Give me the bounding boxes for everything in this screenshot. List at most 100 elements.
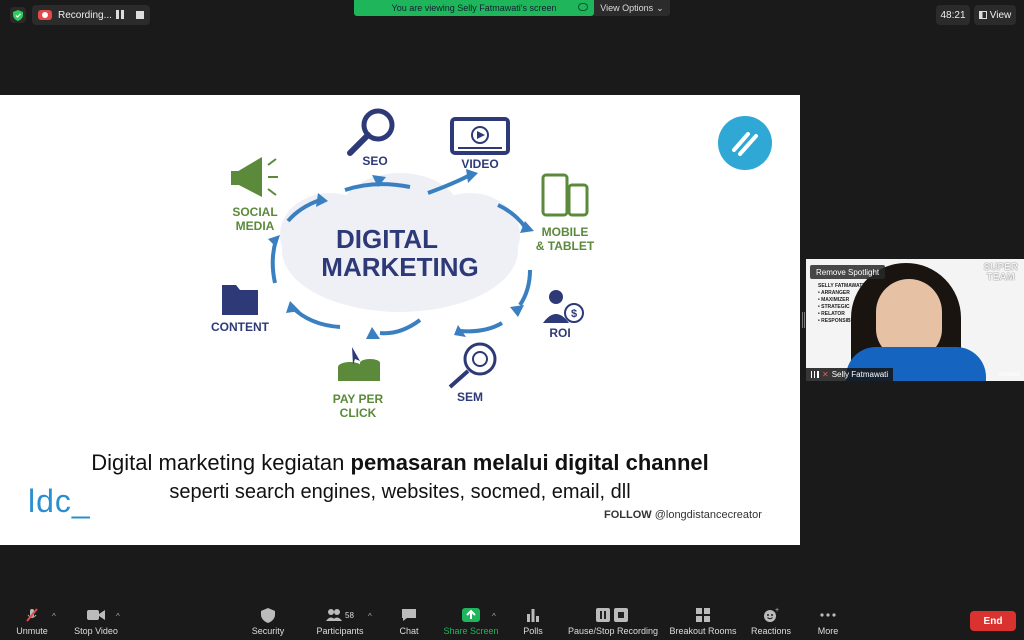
shield-icon	[259, 607, 277, 623]
spotlight-video-tile[interactable]: SELLY FATMAWATI • ARRANGER • MAXIMIZER •…	[806, 259, 1024, 381]
share-options-chevron-icon[interactable]: ^	[492, 612, 496, 621]
pause-stop-recording-label: Pause/Stop Recording	[567, 626, 659, 636]
chat-bubble-icon	[400, 607, 418, 623]
svg-text:$: $	[571, 308, 577, 320]
audio-options-chevron-icon[interactable]: ^	[52, 612, 56, 621]
breakout-rooms-button[interactable]: Breakout Rooms	[668, 602, 738, 640]
panel-resize-handle[interactable]	[802, 312, 805, 328]
roi-person-icon: $	[543, 290, 584, 323]
brand-logo-icon	[718, 116, 772, 170]
label-sem: SEM	[457, 390, 483, 404]
caption-bold: pemasaran melalui digital channel	[350, 450, 709, 475]
remove-spotlight-button[interactable]: Remove Spotlight	[810, 265, 886, 279]
board-title: SELLY FATMAWATI	[818, 283, 864, 289]
stop-video-button[interactable]: Stop Video	[70, 602, 122, 640]
recording-indicator: Recording...	[32, 5, 150, 25]
slide-caption-line1: Digital marketing kegiatan pemasaran mel…	[0, 450, 800, 476]
label-ppc-1: PAY PER	[333, 392, 384, 406]
reactions-button[interactable]: + Reactions	[748, 602, 794, 640]
more-dots-icon	[819, 607, 837, 623]
team-text: TEAM	[986, 272, 1015, 283]
label-mobile-1: MOBILE	[542, 225, 589, 239]
polls-button[interactable]: Polls	[518, 602, 548, 640]
chevron-down-icon: ⌄	[656, 2, 664, 13]
unmute-label: Unmute	[16, 626, 48, 636]
svg-text:+: +	[775, 607, 779, 614]
pause-stop-icon	[595, 607, 631, 623]
participants-chevron-icon[interactable]: ^	[368, 612, 372, 621]
participant-name: Selly Fatmawati	[831, 370, 889, 379]
muted-microphone-icon	[23, 607, 41, 623]
participants-count: 58	[345, 610, 354, 620]
pause-stop-recording-button[interactable]: Pause/Stop Recording	[566, 602, 660, 640]
meeting-timer: 48:21	[936, 5, 970, 25]
viewing-screen-banner: You are viewing Selly Fatmawati's screen	[354, 0, 594, 16]
viewing-banner-text: You are viewing Selly Fatmawati's screen	[391, 3, 557, 13]
share-screen-button[interactable]: Share Screen	[441, 602, 501, 640]
meeting-top-bar: Recording... You are viewing Selly Fatma…	[0, 0, 1024, 30]
security-button[interactable]: Security	[246, 602, 290, 640]
mobile-tablet-icon	[541, 173, 589, 217]
security-shield-icon[interactable]	[10, 7, 26, 23]
stop-video-label: Stop Video	[74, 626, 118, 636]
coins-cursor-icon	[338, 347, 380, 381]
smiley-plus-icon: +	[762, 607, 780, 623]
digital-marketing-diagram: DIGITAL MARKETING SEO VIDEO SOCIAL MEDIA	[211, 108, 595, 420]
label-social-1: SOCIAL	[232, 205, 277, 219]
center-title-1: DIGITAL	[336, 224, 438, 254]
security-label: Security	[251, 626, 285, 636]
super-team-poster: SUPER TEAM	[984, 263, 1018, 283]
recording-cloud-icon	[38, 10, 52, 20]
more-button[interactable]: More	[812, 602, 844, 640]
end-meeting-button[interactable]: End	[970, 611, 1016, 631]
label-content: CONTENT	[211, 320, 270, 334]
cloud-icon	[578, 3, 588, 11]
participants-label: Participants	[316, 626, 364, 636]
share-screen-icon	[462, 607, 480, 623]
ldc-logo: ldc_	[28, 483, 91, 519]
bar-chart-icon	[524, 607, 542, 623]
polls-label: Polls	[523, 626, 543, 636]
signal-bars-icon	[811, 371, 819, 378]
label-mobile-2: & TABLET	[536, 239, 595, 253]
chat-button[interactable]: Chat	[392, 602, 426, 640]
follow-label: FOLLOW	[604, 509, 652, 521]
video-player-icon	[450, 117, 510, 155]
participants-icon: 58	[323, 607, 357, 623]
breakout-rooms-label: Breakout Rooms	[669, 626, 737, 636]
target-key-icon	[448, 342, 497, 389]
follow-handle-text: @longdistancecreator	[651, 509, 762, 521]
folder-icon	[222, 285, 258, 315]
shared-screen-slide: DIGITAL MARKETING SEO VIDEO SOCIAL MEDIA	[0, 95, 800, 545]
label-ppc-2: CLICK	[340, 406, 377, 420]
magnifier-icon	[347, 108, 395, 156]
center-title-2: MARKETING	[321, 252, 478, 282]
caption-normal: Digital marketing kegiatan	[91, 450, 351, 475]
view-button[interactable]: View	[974, 5, 1016, 25]
follow-handle: FOLLOW @longdistancecreator	[604, 509, 762, 521]
view-options-button[interactable]: View Options ⌄	[594, 0, 670, 16]
label-roi: ROI	[549, 326, 570, 340]
recording-label: Recording...	[58, 9, 112, 21]
pause-recording-icon[interactable]	[116, 10, 126, 20]
chat-label: Chat	[399, 626, 419, 636]
video-options-chevron-icon[interactable]: ^	[116, 612, 120, 621]
view-label: View	[989, 9, 1012, 21]
video-camera-icon	[87, 607, 105, 623]
stop-recording-icon[interactable]	[136, 11, 144, 19]
label-social-2: MEDIA	[236, 219, 275, 233]
grid-icon	[978, 11, 987, 19]
more-label: More	[817, 626, 839, 636]
meeting-toolbar: Unmute ^ Stop Video ^ Security 58 Partic…	[0, 602, 1024, 640]
breakout-grid-icon	[694, 607, 712, 623]
view-options-label: View Options	[600, 3, 654, 13]
watermark: ecreator	[997, 372, 1020, 378]
unmute-button[interactable]: Unmute	[12, 602, 52, 640]
share-screen-label: Share Screen	[443, 626, 499, 636]
participant-name-tag: ✕ Selly Fatmawati	[806, 368, 894, 381]
label-seo: SEO	[362, 154, 387, 168]
megaphone-icon	[231, 157, 278, 197]
label-video: VIDEO	[461, 157, 498, 171]
reactions-label: Reactions	[750, 626, 792, 636]
participants-button[interactable]: 58 Participants	[312, 602, 368, 640]
